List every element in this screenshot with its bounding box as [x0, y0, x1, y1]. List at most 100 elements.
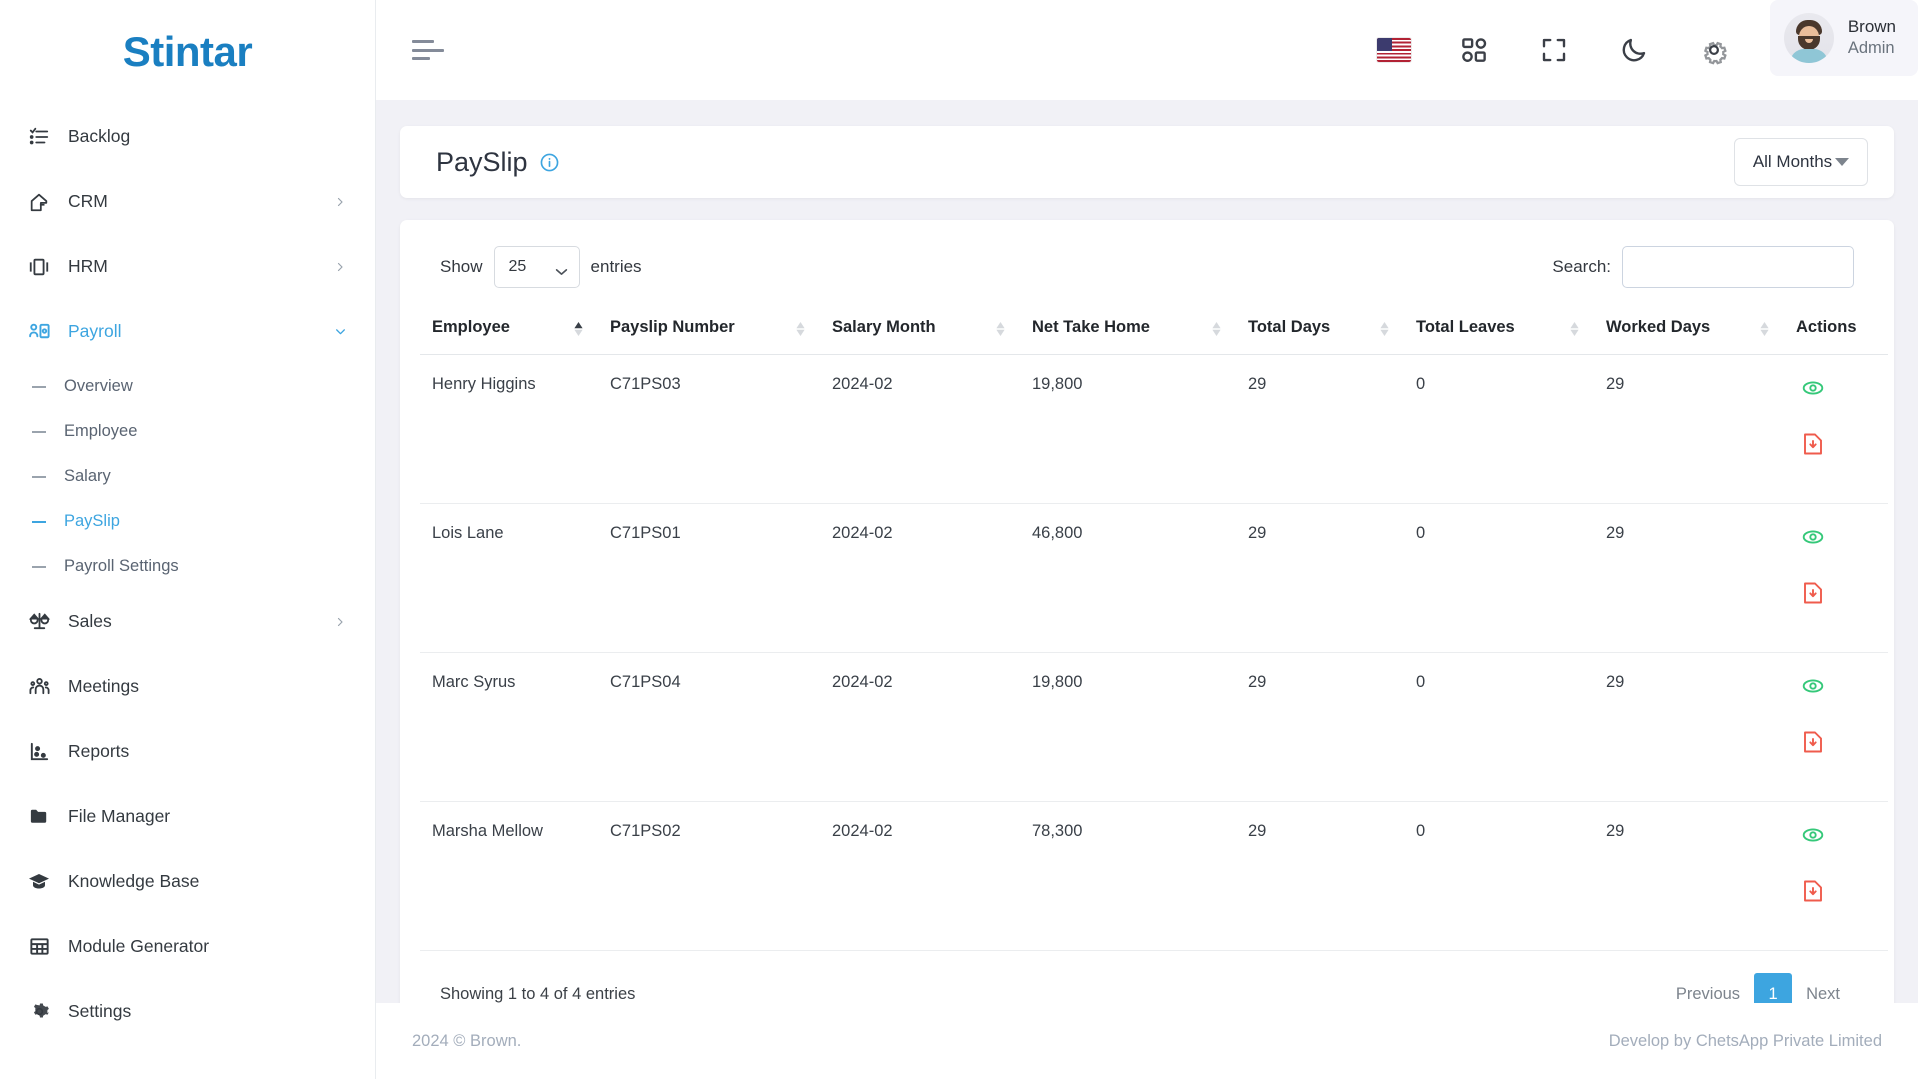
- table-row[interactable]: Henry Higgins C71PS03 2024-02 19,800 29 …: [420, 354, 1888, 504]
- cell-total-leaves: 0: [1404, 354, 1594, 504]
- column-label: Net Take Home: [1032, 318, 1150, 336]
- dash-icon: [32, 475, 46, 478]
- sidebar-item-meetings[interactable]: Meetings: [0, 654, 375, 719]
- sidebar-item-sales[interactable]: Sales: [0, 589, 375, 654]
- table-row[interactable]: Marc Syrus C71PS04 2024-02 19,800 29 0 2…: [420, 652, 1888, 802]
- cell-net-take-home: 19,800: [1020, 652, 1236, 802]
- app-root: Stintar Backlog CRM HRM Payroll Overview…: [0, 0, 1918, 1079]
- cell-worked-days: 29: [1594, 503, 1784, 653]
- sidebar-item-hrm[interactable]: HRM: [0, 234, 375, 299]
- search-input[interactable]: [1622, 246, 1854, 288]
- column-header-worked-days[interactable]: Worked Days: [1594, 304, 1784, 355]
- download-pdf-icon[interactable]: [1796, 725, 1830, 759]
- column-header-total-leaves[interactable]: Total Leaves: [1404, 304, 1594, 355]
- column-header-net-take-home[interactable]: Net Take Home: [1020, 304, 1236, 355]
- column-header-actions: Actions: [1784, 304, 1888, 355]
- page-footer: 2024 © Brown. Develop by ChetsApp Privat…: [376, 1003, 1918, 1079]
- column-label: Salary Month: [832, 318, 936, 336]
- column-label: Employee: [432, 318, 510, 336]
- flag-us-glyph: [1376, 38, 1411, 62]
- gear-icon[interactable]: [1686, 22, 1742, 78]
- cell-salary-month: 2024-02: [820, 354, 1020, 504]
- user-name: Brown: [1847, 17, 1896, 37]
- cell-actions: [1784, 801, 1888, 951]
- folder-icon: [26, 804, 52, 830]
- cell-payslip-number: C71PS02: [598, 801, 820, 951]
- sidebar-item-backlog[interactable]: Backlog: [0, 104, 375, 169]
- pagination-page-1[interactable]: 1: [1754, 973, 1793, 1003]
- dark-mode-moon-icon[interactable]: [1606, 22, 1662, 78]
- table-footer: Showing 1 to 4 of 4 entries Previous 1 N…: [420, 951, 1874, 1003]
- sort-none-icon[interactable]: [1211, 320, 1222, 338]
- sidebar-subitem-salary[interactable]: Salary: [0, 454, 375, 499]
- chevron-down-icon: [333, 325, 347, 339]
- flag-us-icon[interactable]: [1366, 22, 1422, 78]
- sort-none-icon[interactable]: [995, 320, 1006, 338]
- view-payslip-icon[interactable]: [1796, 520, 1830, 554]
- pagination-next[interactable]: Next: [1792, 973, 1854, 1003]
- view-payslip-icon[interactable]: [1796, 669, 1830, 703]
- sidebar-item-settings[interactable]: Settings: [0, 979, 375, 1044]
- fullscreen-icon[interactable]: [1526, 22, 1582, 78]
- view-payslip-icon[interactable]: [1796, 818, 1830, 852]
- info-circle-icon[interactable]: [539, 152, 560, 173]
- main-area: Brown Admin PaySlip All Months Show 25 e…: [376, 0, 1918, 1079]
- sort-none-icon[interactable]: [1379, 320, 1390, 338]
- sort-asc-icon[interactable]: [573, 320, 584, 338]
- column-label: Total Days: [1248, 318, 1331, 336]
- page-title: PaySlip: [436, 146, 528, 177]
- sidebar-item-payroll[interactable]: Payroll: [0, 299, 375, 364]
- table-controls: Show 25 entries Search:: [420, 246, 1874, 288]
- column-header-total-days[interactable]: Total Days: [1236, 304, 1404, 355]
- show-entries-control: Show 25 entries: [440, 246, 642, 288]
- page-content: PaySlip All Months Show 25 entries Searc…: [376, 100, 1918, 1003]
- chevron-right-icon: [333, 615, 347, 629]
- view-payslip-icon[interactable]: [1796, 371, 1830, 405]
- chevron-right-icon: [333, 260, 347, 274]
- footer-credit: Develop by ChetsApp Private Limited: [1608, 1031, 1882, 1050]
- download-pdf-icon[interactable]: [1796, 427, 1830, 461]
- table-row[interactable]: Lois Lane C71PS01 2024-02 46,800 29 0 29: [420, 503, 1888, 653]
- cell-payslip-number: C71PS01: [598, 503, 820, 653]
- sidebar-item-reports[interactable]: Reports: [0, 719, 375, 784]
- download-pdf-icon[interactable]: [1796, 874, 1830, 908]
- sidebar-subitem-label: Payroll Settings: [64, 557, 179, 575]
- sidebar-subitem-payroll-settings[interactable]: Payroll Settings: [0, 544, 375, 589]
- cell-worked-days: 29: [1594, 354, 1784, 504]
- month-filter-dropdown[interactable]: All Months: [1734, 138, 1868, 186]
- entries-info: Showing 1 to 4 of 4 entries: [440, 984, 636, 1003]
- sidebar-subitem-overview[interactable]: Overview: [0, 364, 375, 409]
- user-profile-meta: Brown Admin: [1848, 16, 1896, 60]
- column-label: Payslip Number: [610, 318, 735, 336]
- brand-logo[interactable]: Stintar: [0, 0, 375, 104]
- page-size-select[interactable]: 25: [493, 246, 580, 288]
- apps-grid-icon[interactable]: [1446, 22, 1502, 78]
- sort-none-icon[interactable]: [1569, 320, 1580, 338]
- sidebar-item-label: Knowledge Base: [68, 871, 200, 891]
- payroll-icon: [26, 319, 52, 345]
- dash-icon: [32, 430, 46, 433]
- sidebar-item-knowledge-base[interactable]: Knowledge Base: [0, 849, 375, 914]
- reports-icon: [26, 739, 52, 765]
- sidebar-item-crm[interactable]: CRM: [0, 169, 375, 234]
- cell-total-leaves: 0: [1404, 503, 1594, 653]
- sort-none-icon[interactable]: [1759, 320, 1770, 338]
- column-header-salary-month[interactable]: Salary Month: [820, 304, 1020, 355]
- sidebar-item-label: Settings: [68, 1001, 132, 1021]
- sidebar-item-module-generator[interactable]: Module Generator: [0, 914, 375, 979]
- table-row[interactable]: Marsha Mellow C71PS02 2024-02 78,300 29 …: [420, 801, 1888, 951]
- column-header-payslip-number[interactable]: Payslip Number: [598, 304, 820, 355]
- hamburger-icon[interactable]: [412, 37, 446, 63]
- user-profile-menu[interactable]: Brown Admin: [1769, 0, 1918, 76]
- sidebar: Stintar Backlog CRM HRM Payroll Overview…: [0, 0, 376, 1079]
- sidebar-item-file-manager[interactable]: File Manager: [0, 784, 375, 849]
- pagination-previous[interactable]: Previous: [1661, 973, 1755, 1003]
- sidebar-subitem-payslip[interactable]: PaySlip: [0, 499, 375, 544]
- sort-none-icon[interactable]: [795, 320, 806, 338]
- column-header-employee[interactable]: Employee: [420, 304, 598, 355]
- sidebar-subitem-label: Overview: [64, 377, 133, 395]
- search-control: Search:: [1552, 246, 1854, 288]
- graduation-cap-icon: [26, 869, 52, 895]
- download-pdf-icon[interactable]: [1796, 576, 1830, 610]
- sidebar-subitem-employee[interactable]: Employee: [0, 409, 375, 454]
